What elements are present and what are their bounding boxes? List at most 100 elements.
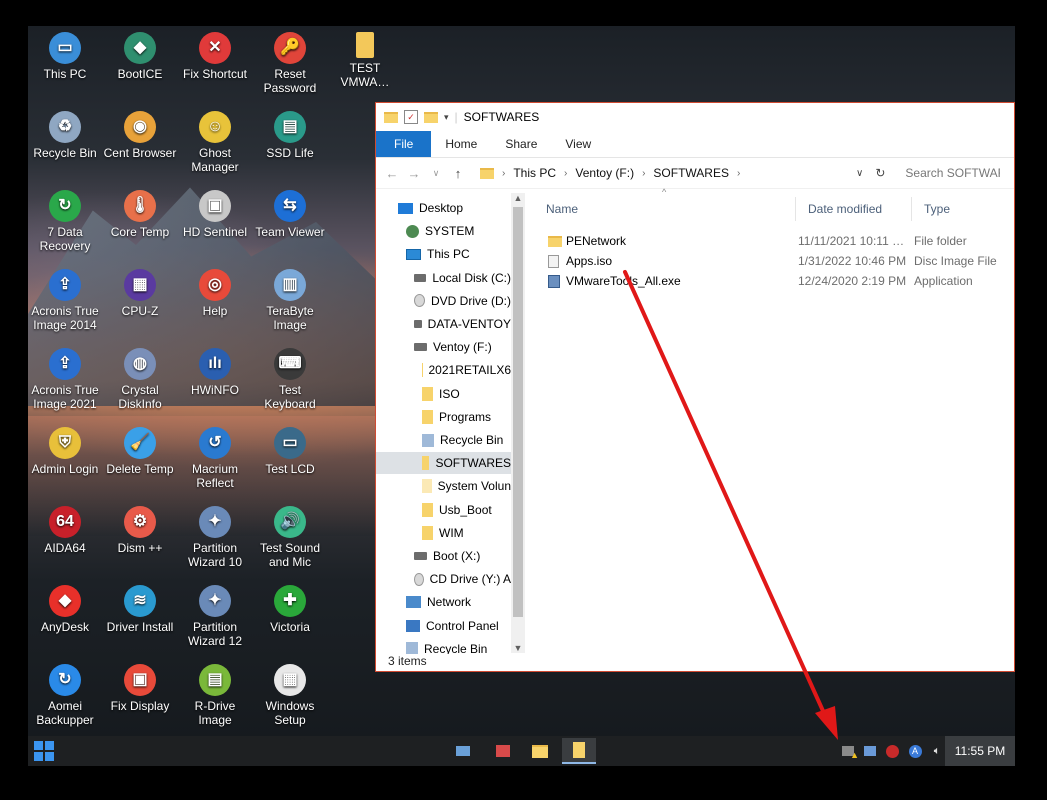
desktop-icon[interactable]: ↺ Macrium Reflect bbox=[178, 427, 252, 490]
tab-view[interactable]: View bbox=[551, 131, 605, 157]
breadcrumb-this-pc[interactable]: This PC bbox=[513, 166, 556, 180]
tab-file[interactable]: File bbox=[376, 131, 432, 157]
breadcrumb-ventoy[interactable]: Ventoy (F:) bbox=[575, 166, 634, 180]
desktop-icon[interactable]: ⇆ Team Viewer bbox=[253, 190, 327, 239]
up-arrow-icon[interactable]: ↑ bbox=[450, 166, 466, 181]
file-explorer-window: ✓ ▾ | SOFTWARES File Home Share View ← →… bbox=[375, 102, 1015, 672]
nav-item[interactable]: Ventoy (F:) bbox=[376, 336, 511, 358]
column-header-date[interactable]: Date modified bbox=[796, 197, 912, 221]
desktop-icon[interactable]: ▭ Test LCD bbox=[253, 427, 327, 476]
new-folder-icon[interactable] bbox=[424, 111, 438, 123]
nav-item[interactable]: Control Panel bbox=[376, 615, 511, 637]
taskbar-clock[interactable]: 11:55 PM bbox=[945, 736, 1015, 766]
nav-item[interactable]: DVD Drive (D:) bbox=[376, 290, 511, 312]
desktop-icon[interactable]: ◎ Help bbox=[178, 269, 252, 318]
quick-access-dropdown-icon[interactable]: ▾ bbox=[444, 112, 449, 123]
desktop-icon[interactable]: ▣ HD Sentinel bbox=[178, 190, 252, 239]
desktop-icon[interactable]: ◆ AnyDesk bbox=[28, 585, 102, 634]
breadcrumb[interactable]: › This PC › Ventoy (F:) › SOFTWARES › bbox=[480, 166, 850, 180]
refresh-icon[interactable]: ↻ bbox=[875, 166, 885, 180]
media-player-icon[interactable] bbox=[884, 743, 900, 759]
address-dropdown-icon[interactable]: ∨ bbox=[856, 168, 863, 179]
desktop-icon[interactable]: ◆ BootICE bbox=[103, 32, 177, 81]
desktop-icon[interactable]: TEST VMWA… bbox=[328, 32, 402, 89]
desktop-icon[interactable]: ✚ Victoria bbox=[253, 585, 327, 634]
desktop-icon[interactable]: ◍ Crystal DiskInfo bbox=[103, 348, 177, 411]
accent-icon[interactable]: A bbox=[907, 743, 923, 759]
nav-item[interactable]: SYSTEM bbox=[376, 220, 511, 242]
desktop-icon[interactable]: 🌡 Core Temp bbox=[103, 190, 177, 239]
nav-item[interactable]: ISO bbox=[376, 383, 511, 405]
breadcrumb-softwares[interactable]: SOFTWARES bbox=[653, 166, 729, 180]
desktop-icon[interactable]: ▦ Windows Setup bbox=[253, 664, 327, 727]
nav-item[interactable]: Programs bbox=[376, 406, 511, 428]
desktop-icon[interactable]: ▤ R-Drive Image bbox=[178, 664, 252, 727]
nav-scrollbar-thumb[interactable] bbox=[513, 207, 523, 617]
start-button-windows-icon[interactable] bbox=[34, 741, 54, 761]
search-input[interactable]: Search SOFTWARES bbox=[905, 166, 1000, 180]
tab-home[interactable]: Home bbox=[431, 131, 491, 157]
desktop-icon[interactable]: ⇪ Acronis True Image 2021 bbox=[28, 348, 102, 411]
desktop-icon[interactable]: ♻ Recycle Bin bbox=[28, 111, 102, 160]
desktop-icon[interactable]: ılı HWiNFO bbox=[178, 348, 252, 397]
nav-item-label: Programs bbox=[439, 409, 492, 424]
network-tools-icon[interactable] bbox=[492, 740, 514, 762]
scroll-up-icon[interactable]: ▲ bbox=[511, 193, 525, 203]
desktop-icon[interactable]: ↻ Aomei Backupper bbox=[28, 664, 102, 727]
desktop-icon[interactable]: ✦ Partition Wizard 10 bbox=[178, 506, 252, 569]
nav-item[interactable]: Network bbox=[376, 591, 511, 613]
file-row[interactable]: Apps.iso 1/31/2022 10:46 PM Disc Image Fil… bbox=[548, 251, 1015, 271]
file-explorer-icon[interactable] bbox=[529, 740, 551, 762]
nav-scrollbar[interactable]: ▲ ▼ bbox=[511, 193, 525, 653]
nav-item[interactable]: Boot (X:) bbox=[376, 545, 511, 567]
nav-item[interactable]: System Volun bbox=[376, 475, 511, 497]
back-arrow-icon[interactable]: ← bbox=[384, 166, 400, 181]
desktop-app-icon: ▤ bbox=[199, 664, 231, 696]
nav-item[interactable]: Desktop bbox=[376, 197, 511, 219]
desktop-icon[interactable]: ▭ This PC bbox=[28, 32, 102, 81]
properties-checkbox-icon[interactable]: ✓ bbox=[404, 110, 418, 124]
desktop-icon[interactable]: 🔊 Test Sound and Mic bbox=[253, 506, 327, 569]
desktop-icon[interactable]: ✦ Partition Wizard 12 bbox=[178, 585, 252, 648]
desktop-icon[interactable]: 🧹 Delete Temp bbox=[103, 427, 177, 476]
nav-item[interactable]: 2021RETAILX6 bbox=[376, 359, 511, 381]
nav-item[interactable]: CD Drive (Y:) A bbox=[376, 568, 511, 590]
desktop-icon[interactable]: ▥ TeraByte Image bbox=[253, 269, 327, 332]
desktop-icon[interactable]: ⛨ Admin Login bbox=[28, 427, 102, 476]
desktop-icon[interactable]: ▤ SSD Life bbox=[253, 111, 327, 160]
recent-dropdown-icon[interactable]: ∨ bbox=[428, 168, 444, 179]
desktop-icon[interactable]: ◉ Cent Browser bbox=[103, 111, 177, 160]
nav-item[interactable]: Local Disk (C:) bbox=[376, 267, 511, 289]
desktop-icon-label: AIDA64 bbox=[44, 541, 86, 555]
nav-item[interactable]: WIM bbox=[376, 522, 511, 544]
tab-share[interactable]: Share bbox=[491, 131, 551, 157]
forward-arrow-icon[interactable]: → bbox=[406, 166, 422, 181]
nav-item[interactable]: DATA-VENTOY bbox=[376, 313, 511, 335]
nav-item[interactable]: This PC bbox=[376, 243, 511, 265]
desktop-icon[interactable]: 🔑 Reset Password bbox=[253, 32, 327, 95]
desktop-icon[interactable]: ⚙ Dism ++ bbox=[103, 506, 177, 555]
nav-item[interactable]: Recycle Bin bbox=[376, 638, 511, 654]
file-row[interactable]: VMwareTools_All.exe 12/24/2020 2:19 PM App… bbox=[548, 271, 1015, 291]
desktop-icon[interactable]: ✕ Fix Shortcut bbox=[178, 32, 252, 81]
desktop-icon[interactable]: ⌨ Test Keyboard bbox=[253, 348, 327, 411]
desktop-icon[interactable]: ▣ Fix Display bbox=[103, 664, 177, 713]
column-header-name[interactable]: Name bbox=[534, 197, 796, 221]
desktop-icon[interactable]: ↻ 7 Data Recovery bbox=[28, 190, 102, 253]
volume-icon[interactable]: 🔈︎ bbox=[929, 743, 945, 759]
column-header-type[interactable]: Type bbox=[912, 197, 1015, 221]
desktop-icon[interactable]: 64 AIDA64 bbox=[28, 506, 102, 555]
network-icon[interactable] bbox=[862, 743, 878, 759]
remote-desktop-icon[interactable] bbox=[452, 740, 474, 762]
scroll-down-icon[interactable]: ▼ bbox=[511, 643, 525, 653]
vmware-tray-warning-icon[interactable]: ▲ bbox=[840, 743, 859, 760]
nav-item[interactable]: Usb_Boot bbox=[376, 499, 511, 521]
desktop-icon[interactable]: ☺ Ghost Manager bbox=[178, 111, 252, 174]
nav-item[interactable]: Recycle Bin bbox=[376, 429, 511, 451]
file-row[interactable]: PENetwork 11/11/2021 10:11 … File folder bbox=[548, 231, 1015, 251]
desktop-icon[interactable]: ≋ Driver Install bbox=[103, 585, 177, 634]
desktop-icon[interactable]: ▦ CPU-Z bbox=[103, 269, 177, 318]
desktop-icon[interactable]: ⇪ Acronis True Image 2014 bbox=[28, 269, 102, 332]
nav-item[interactable]: SOFTWARES bbox=[376, 452, 511, 475]
folder-window-icon[interactable] bbox=[562, 738, 596, 764]
